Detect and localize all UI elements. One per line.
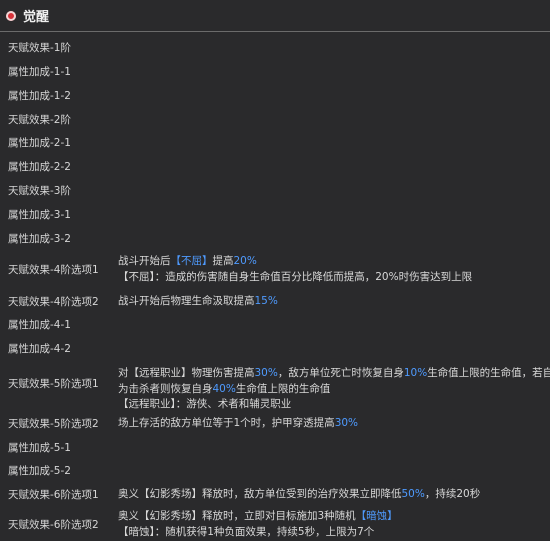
talent-row-label: 属性加成-3-2 [8,233,71,245]
talent-row-label: 天赋效果-6阶选项1 [8,489,99,501]
highlighted-value: 40% [212,382,236,395]
description-line: 奥义【幻影秀场】释放时，立即对目标施加3种随机【暗蚀】 [118,509,398,525]
description-text: 提高 [212,255,234,267]
talent-row-label: 天赋效果-4阶选项1 [8,264,99,276]
description-line: 【不屈】：造成的伤害随自身生命值百分比降低而提高，20%时伤害达到上限 [118,270,472,286]
description-text: 生命值上限的生命值，若自身 [427,367,550,379]
description-line: 场上存活的敌方单位等于1个时，护甲穿透提高30% [118,416,358,432]
talent-row-label: 天赋效果-2阶 [8,114,71,126]
talent-row-description: 战斗开始后【不屈】提高20% 【不屈】：造成的伤害随自身生命值百分比降低而提高，2… [118,254,472,285]
description-text: ，持续20秒 [424,488,481,500]
talent-row-label: 属性加成-5-2 [8,465,71,477]
description-text: 战斗开始后物理生命汲取提高 [118,295,255,307]
description-text: 奥义【幻影秀场】释放时，立即对目标施加3种随机 [118,510,356,522]
talent-row-label: 属性加成-1-1 [8,66,71,78]
talent-row-label: 天赋效果-5阶选项1 [8,378,99,390]
talent-row-label: 属性加成-2-2 [8,161,71,173]
talent-row-description: 奥义【幻影秀场】释放时，立即对目标施加3种随机【暗蚀】 【暗蚀】：随机获得1种负面… [118,509,398,540]
talent-row-label: 属性加成-4-2 [8,343,71,355]
description-text: ，敌方单位死亡时恢复自身 [277,367,404,379]
talent-row-label: 天赋效果-6阶选项2 [8,519,99,531]
highlighted-value: 【暗蚀】 [355,510,398,522]
talent-row-label: 天赋效果-1阶 [8,42,71,54]
highlighted-value: 【不屈】 [170,255,213,267]
description-line: 战斗开始后【不屈】提高20% [118,254,472,270]
description-line: 【远程职业】：游侠、术者和辅灵职业 [118,397,550,413]
talent-row-description: 战斗开始后物理生命汲取提高15% [118,294,278,310]
talent-row-label: 属性加成-5-1 [8,442,71,454]
talent-row-label: 属性加成-2-1 [8,137,71,149]
description-text: 生命值上限的生命值 [235,382,331,395]
talent-row-description: 场上存活的敌方单位等于1个时，护甲穿透提高30% [118,416,358,432]
description-line: 为击杀者则恢复自身40%生命值上限的生命值 [118,382,550,398]
description-text: 为击杀者则恢复自身 [118,382,213,395]
description-text: 【暗蚀】：随机获得1种负面效果，持续5秒，上限为7个 [118,525,375,538]
talent-row-label: 天赋效果-5阶选项2 [8,418,99,430]
talent-row-label: 属性加成-1-2 [8,90,71,102]
description-line: 奥义【幻影秀场】释放时，敌方单位受到的治疗效果立即降低50%，持续20秒 [118,487,480,503]
highlighted-value: 20% [233,255,257,267]
talent-row-description: 奥义【幻影秀场】释放时，敌方单位受到的治疗效果立即降低50%，持续20秒 [118,487,480,503]
section-header: 觉醒 [0,0,550,32]
highlighted-value: 50% [401,488,425,500]
description-text: 战斗开始后 [118,255,171,267]
highlighted-value: 30% [334,417,359,429]
talent-row-label: 天赋效果-3阶 [8,185,71,197]
description-text: 奥义【幻影秀场】释放时，敌方单位受到的治疗效果立即降低 [118,488,402,500]
description-text: 【不屈】：造成的伤害随自身生命值百分比降低而提高，20%时伤害达到上限 [118,270,473,283]
description-text: 【远程职业】：游侠、术者和辅灵职业 [118,398,292,410]
description-text: 对【远程职业】物理伤害提高 [118,367,255,379]
talent-row-label: 属性加成-4-1 [8,319,71,331]
talent-row-description: 对【远程职业】物理伤害提高30%，敌方单位死亡时恢复自身10%生命值上限的生命值… [118,366,550,413]
highlighted-value: 15% [254,295,278,307]
record-dot-icon [6,10,16,21]
highlighted-value: 30% [254,367,278,379]
talent-row-label: 天赋效果-4阶选项2 [8,296,99,308]
talent-row-label: 属性加成-3-1 [8,209,71,221]
highlighted-value: 10% [403,367,428,379]
description-line: 【暗蚀】：随机获得1种负面效果，持续5秒，上限为7个 [118,525,398,541]
description-line: 战斗开始后物理生命汲取提高15% [118,294,278,310]
description-line: 对【远程职业】物理伤害提高30%，敌方单位死亡时恢复自身10%生命值上限的生命值… [118,366,550,382]
section-title: 觉醒 [23,10,50,25]
description-text: 场上存活的敌方单位等于1个时，护甲穿透提高 [118,417,335,429]
